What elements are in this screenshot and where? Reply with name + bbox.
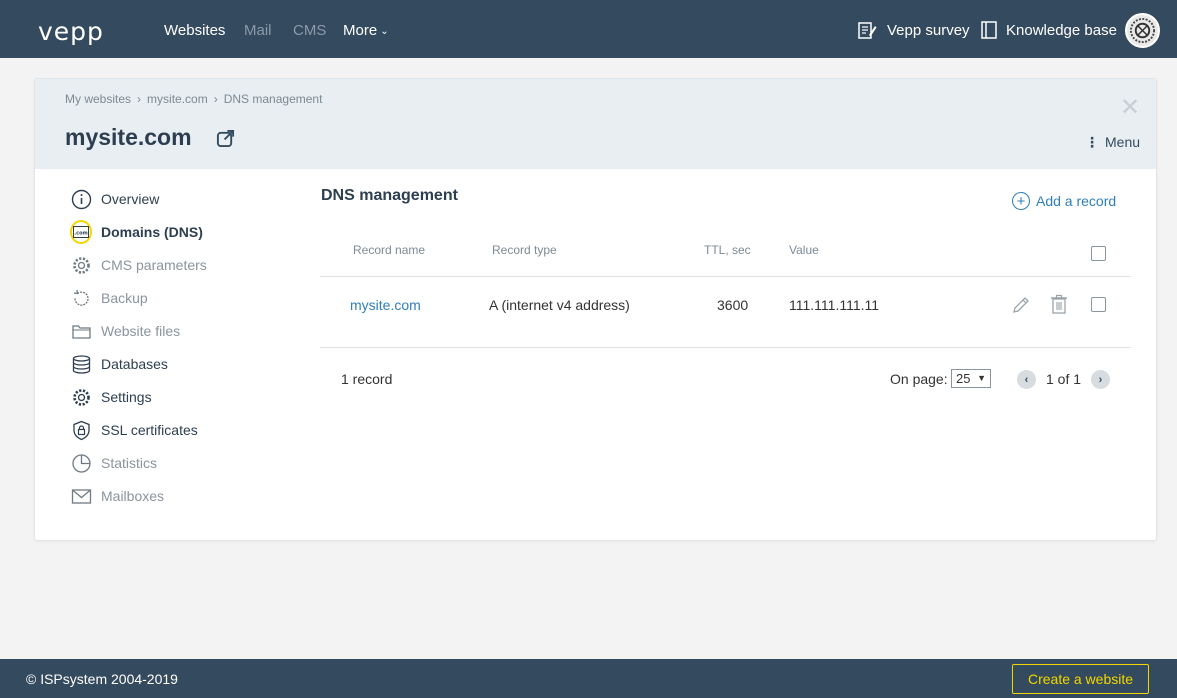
trash-icon[interactable] [1049,294,1069,314]
add-record-button[interactable]: + Add a record [1012,192,1116,210]
sidebar-item-overview[interactable]: Overview [70,187,159,211]
add-record-label: Add a record [1036,193,1117,209]
nav-more[interactable]: More ⌄ [343,22,389,39]
breadcrumb-separator: › [213,92,218,106]
breadcrumb-separator: › [137,92,142,106]
sidebar-item-settings[interactable]: Settings [70,385,152,409]
sidebar-item-label: Statistics [101,455,158,471]
sidebar-item-domains[interactable]: .com Domains (DNS) [70,220,203,244]
sidebar-item-label: Website files [101,323,181,339]
sidebar-item-label: CMS parameters [101,257,207,273]
sidebar-item-cms-parameters[interactable]: CMS parameters [70,253,207,277]
record-name-link[interactable]: mysite.com [350,297,421,313]
sidebar-item-label: Settings [101,389,152,405]
row-checkbox[interactable] [1091,297,1106,312]
avatar[interactable] [1125,13,1160,48]
breadcrumb-current: DNS management [223,92,323,106]
envelope-icon [70,485,92,507]
book-icon [981,21,997,39]
create-website-button[interactable]: Create a website [1012,664,1149,694]
column-header-record-type[interactable]: Record type [492,243,557,257]
close-icon[interactable]: ✕ [1120,96,1140,120]
nav-websites[interactable]: Websites [164,22,225,39]
chevron-down-icon: ⌄ [380,26,389,37]
gear-icon [70,386,92,408]
edit-pencil-icon[interactable] [1011,295,1031,315]
sidebar-item-label: Mailboxes [101,488,165,504]
prev-page-button[interactable]: ‹ [1017,370,1036,389]
sidebar-item-backup[interactable]: Backup [70,286,148,310]
on-page-label: On page: [890,371,948,387]
avatar-emblem-icon [1129,17,1156,44]
page-info: 1 of 1 [1046,371,1082,387]
lock-shield-icon [70,419,92,441]
database-icon [70,353,92,375]
breadcrumb: My websites › mysite.com › DNS management [65,92,322,106]
top-navbar: vepp Websites Mail CMS More ⌄ Vepp survey… [0,0,1177,58]
nav-cms[interactable]: CMS [293,22,326,39]
sidebar-item-statistics[interactable]: Statistics [70,451,157,475]
column-header-value[interactable]: Value [789,243,819,257]
pie-chart-icon [70,452,92,474]
table-divider [320,276,1131,277]
select-all-checkbox[interactable] [1091,246,1106,261]
record-value-cell: 111.111.111.11 [789,297,880,313]
site-header: My websites › mysite.com › DNS management my… [35,79,1156,169]
domain-icon: .com [70,220,92,244]
section-title: DNS management [321,187,458,204]
sidebar-item-databases[interactable]: Databases [70,352,168,376]
plus-circle-icon: + [1012,192,1030,210]
sidebar-item-label: Backup [101,290,148,306]
site-card: My websites › mysite.com › DNS management my… [34,78,1157,541]
sidebar-item-label: Domains (DNS) [101,224,203,240]
vepp-survey-link[interactable]: Vepp survey [887,22,970,39]
record-ttl-cell: 3600 [717,297,749,313]
external-link-icon[interactable] [216,129,235,148]
vepp-logo[interactable]: vepp [38,17,104,46]
backup-icon [70,287,92,309]
record-type-cell: A (internet v4 address) [489,297,630,313]
svg-text:.com: .com [74,231,88,237]
menu-label: Menu [1105,134,1141,150]
column-header-ttl[interactable]: TTL, sec [704,243,751,257]
nav-more-label: More [343,22,378,39]
sidebar-item-mailboxes[interactable]: Mailboxes [70,484,164,508]
sidebar-item-label: SSL certificates [101,422,198,438]
copyright-text: © ISPsystem 2004-2019 [26,671,178,687]
knowledge-base-link[interactable]: Knowledge base [1006,22,1117,39]
page-size-select[interactable]: 25 ▼ [951,369,991,388]
column-header-record-name[interactable]: Record name [353,243,425,257]
breadcrumb-site[interactable]: mysite.com [147,92,208,106]
nav-mail[interactable]: Mail [244,22,272,39]
info-icon [70,188,92,210]
survey-icon [858,22,877,39]
page-size-value: 25 [956,371,971,386]
gear-icon [70,254,92,276]
table-divider [320,347,1131,348]
page-title: mysite.com [65,124,192,150]
sidebar-item-ssl-certificates[interactable]: SSL certificates [70,418,198,442]
chevron-left-icon: ‹ [1024,373,1029,386]
sidebar-item-website-files[interactable]: Website files [70,319,180,343]
caret-down-icon: ▼ [977,373,986,383]
chevron-right-icon: › [1098,373,1103,386]
next-page-button[interactable]: › [1091,370,1110,389]
breadcrumb-my-websites[interactable]: My websites [65,92,131,106]
footer: © ISPsystem 2004-2019 Create a website [0,659,1177,698]
sidebar-item-label: Overview [101,191,160,207]
record-count: 1 record [341,371,393,387]
sidebar-item-label: Databases [101,356,168,372]
more-vertical-icon: ⋮ [1085,134,1099,150]
menu-button[interactable]: ⋮ Menu [1085,134,1140,151]
folder-icon [70,320,92,342]
